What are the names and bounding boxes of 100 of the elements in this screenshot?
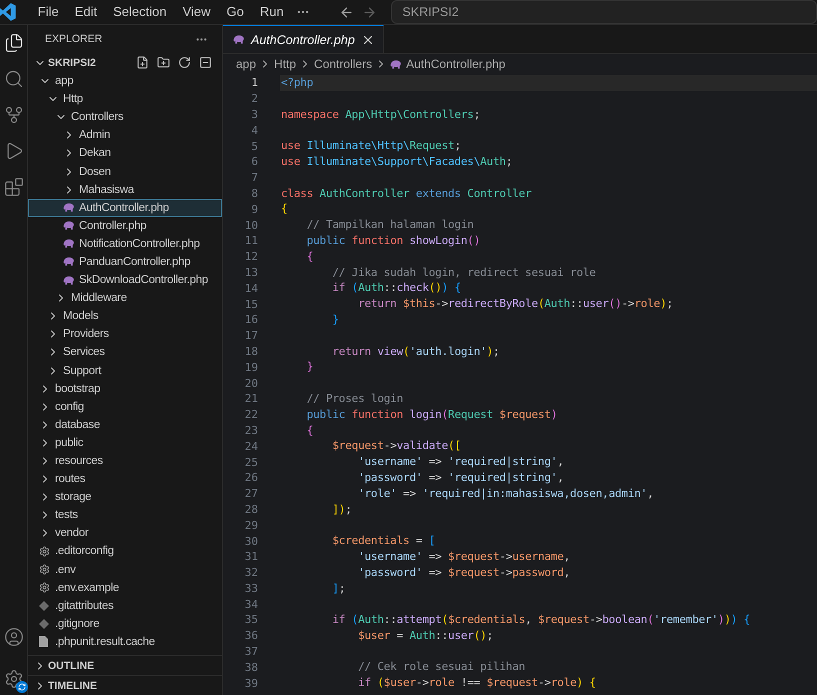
gear-icon [39, 582, 50, 594]
blocks-icon[interactable] [4, 177, 24, 197]
code-line: $request->validate([ [331, 438, 462, 454]
new-folder-icon[interactable] [157, 56, 170, 69]
code-line: $user = Auth::user(); [357, 628, 494, 644]
folder-item[interactable]: Controllers [28, 108, 222, 126]
explorer-entry[interactable]: .env [28, 560, 222, 579]
diamond-icon [39, 600, 49, 611]
back-icon[interactable] [339, 4, 354, 20]
search-icon[interactable] [4, 69, 24, 89]
line-number: 13 [244, 266, 258, 279]
code-line: namespace App\Http\Controllers; [280, 106, 482, 122]
breadcrumb-item[interactable]: Controllers [314, 57, 372, 71]
folder-item[interactable]: Admin [28, 126, 222, 144]
refresh-icon[interactable] [178, 56, 191, 69]
diamond-icon [39, 618, 49, 629]
folder-item[interactable]: Services [28, 343, 222, 362]
code-line: return $this->redirectByRole(Auth::user()->role); [357, 296, 674, 312]
line-number: 19 [244, 360, 258, 374]
code-line: if (Auth::attempt($credentials, $request->boolean('remember'))) { [331, 612, 752, 628]
folder-item[interactable]: Dosen [28, 162, 222, 181]
folder-item[interactable]: bootstrap [28, 380, 222, 398]
menu-item[interactable]: Selection [105, 2, 175, 22]
new-file-icon[interactable] [136, 56, 149, 69]
line-number: 1 [250, 76, 258, 90]
folder-item[interactable]: public [28, 434, 222, 452]
account-icon[interactable] [4, 627, 24, 647]
logo-icon [0, 3, 16, 21]
code-line: // Proses login [306, 390, 404, 407]
explorer-entry[interactable]: .env.example [28, 578, 222, 597]
line-number: 28 [244, 502, 258, 516]
breadcrumb-item[interactable]: Http [274, 57, 296, 71]
collapse-icon[interactable] [199, 56, 212, 69]
folder-item[interactable]: Middleware [28, 289, 222, 308]
search-field[interactable]: SKRIPSI2 [391, 0, 817, 24]
explorer-entry[interactable]: Controller.php [28, 216, 222, 235]
folder-item[interactable]: Mahasiswa [28, 180, 222, 199]
code-line: return view('auth.login'); [331, 344, 500, 360]
editor-tab[interactable]: AuthController.php [223, 25, 384, 53]
folder-item[interactable]: tests [28, 506, 222, 524]
folder-item[interactable]: database [28, 416, 222, 434]
line-number: 12 [244, 250, 258, 264]
elephant-icon [63, 239, 75, 248]
line-number: 33 [244, 582, 258, 595]
line-number: 39 [244, 676, 258, 690]
folder-item[interactable]: app [28, 72, 222, 90]
code-line: ]; [331, 580, 346, 596]
line-number: 15 [244, 298, 258, 311]
breadcrumb-item[interactable]: AuthController.php [406, 57, 506, 71]
code-line: class AuthController extends Controller [280, 186, 533, 202]
code-line: // Tampilkan halaman login [306, 217, 475, 233]
line-number: 11 [244, 234, 258, 248]
code-line: // Jika sudah login, redirect sesuai role [331, 264, 597, 280]
line-number: 29 [244, 518, 258, 532]
explorer-entry[interactable]: .gitattributes [28, 596, 222, 615]
elephant-icon [63, 276, 75, 285]
menu-item[interactable]: View [174, 2, 219, 22]
files-icon[interactable] [4, 33, 24, 53]
section-header[interactable]: SKRIPSI2 [28, 53, 222, 72]
line-number: 4 [250, 124, 258, 137]
breadcrumb-item[interactable]: app [236, 57, 256, 71]
forward-icon[interactable] [362, 4, 378, 20]
folder-item[interactable]: vendor [28, 524, 222, 542]
explorer-entry[interactable]: .gitignore [28, 614, 222, 633]
code-line: { [306, 248, 314, 265]
line-number: 17 [244, 329, 258, 342]
menu-item[interactable]: File [30, 2, 67, 22]
line-number: 24 [244, 440, 258, 453]
line-number: 10 [244, 218, 258, 232]
line-number: 2 [250, 92, 258, 106]
menu-item[interactable]: Run [252, 2, 292, 22]
folder-item[interactable]: Providers [28, 325, 222, 344]
code-line: // Cek role sesuai pilihan [357, 659, 526, 676]
explorer-entry[interactable]: SkDownloadController.php [28, 271, 222, 290]
folder-item[interactable]: Dekan [28, 144, 222, 162]
folder-item[interactable]: Support [28, 362, 222, 380]
folder-item[interactable]: routes [28, 470, 222, 488]
folder-item[interactable]: Http [28, 90, 222, 108]
code-line: if ($user->role !== $request->role) { [357, 675, 597, 692]
explorer-entry[interactable]: NotificationController.php [28, 234, 222, 253]
explorer-entry[interactable]: AuthController.php [28, 198, 222, 217]
section-header[interactable]: TIMELINE [28, 675, 222, 695]
folder-item[interactable]: storage [28, 488, 222, 506]
branch-icon[interactable] [4, 105, 24, 125]
folder-item[interactable]: config [28, 398, 222, 416]
file-icon [39, 636, 48, 648]
explorer-entry[interactable]: PanduanController.php [28, 252, 222, 272]
code-line: { [306, 422, 314, 438]
explorer-entry[interactable]: .editorconfig [28, 542, 222, 561]
line-number: 9 [250, 202, 258, 216]
folder-item[interactable]: Models [28, 307, 222, 326]
code-line: 'role' => 'required|in:mahasiswa,dosen,admin', [357, 486, 655, 502]
menu-item[interactable]: Edit [66, 2, 106, 22]
section-header[interactable]: OUTLINE [28, 655, 222, 675]
line-number: 25 [244, 456, 258, 469]
folder-item[interactable]: resources [28, 452, 222, 470]
line-number: 34 [244, 598, 258, 611]
code-line: if (Auth::check()) { [331, 280, 462, 296]
explorer-entry[interactable]: .phpunit.result.cache [28, 632, 222, 651]
menu-item[interactable]: Go [218, 2, 252, 22]
